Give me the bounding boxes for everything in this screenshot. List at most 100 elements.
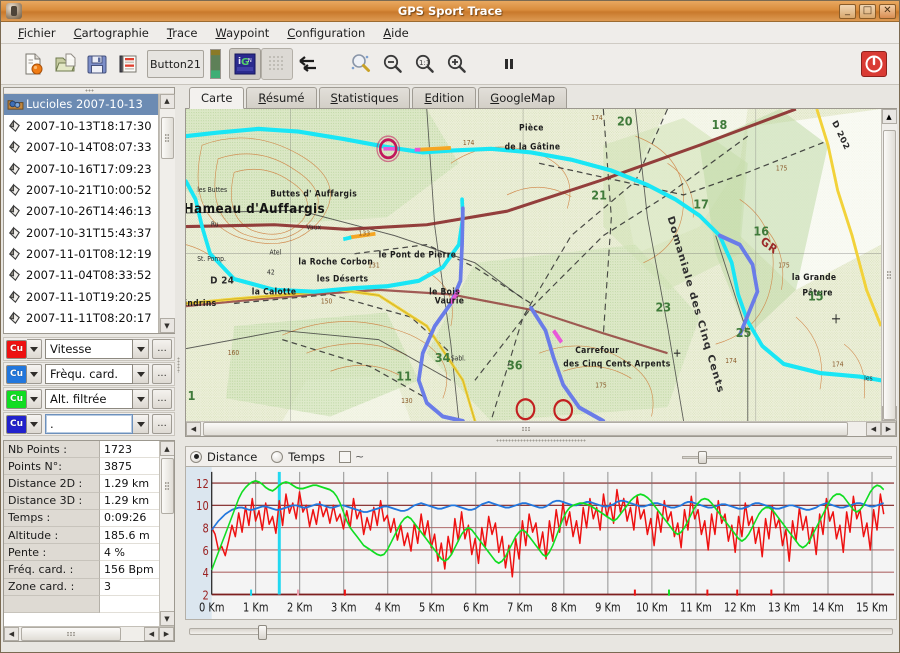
map-scroll-right-icon-2[interactable]: ▶	[881, 422, 896, 436]
curve-color-dropdown-icon[interactable]	[27, 389, 42, 409]
curve-value-dropdown-icon[interactable]	[133, 364, 149, 384]
stats-scroll-up-icon[interactable]: ▲	[159, 441, 174, 456]
close-button[interactable]: ✕	[879, 3, 896, 19]
map-scroll-slot[interactable]	[881, 124, 897, 420]
zoom-out-icon[interactable]	[377, 48, 409, 80]
track-list-item[interactable]: 2007-11-04T08:33:52	[4, 265, 158, 286]
map-scroll-thumb[interactable]	[882, 130, 896, 420]
menu-waypoint[interactable]: Waypoint	[206, 24, 278, 42]
curve-value-dropdown-icon[interactable]	[133, 389, 149, 409]
stats-scroll-right-icon-2[interactable]: ▶	[159, 627, 174, 641]
open-folder-icon[interactable]	[49, 48, 81, 80]
curve-options-button[interactable]: ...	[152, 389, 172, 409]
ign-map-icon[interactable]: i G N	[228, 48, 261, 80]
panel-splitter[interactable]	[175, 87, 182, 642]
power-quit-icon[interactable]	[861, 51, 887, 77]
curve-value-field[interactable]: Alt. filtrée	[45, 389, 133, 409]
scroll-up-icon[interactable]: ▲	[159, 93, 175, 109]
new-file-icon[interactable]	[17, 48, 49, 80]
grid-map-icon[interactable]	[260, 48, 293, 80]
curve-color-dropdown-icon[interactable]	[27, 364, 42, 384]
track-list-scroll-thumb[interactable]	[160, 116, 174, 159]
chart-position-slider[interactable]	[185, 620, 897, 642]
stats-scroll-thumb[interactable]	[160, 458, 174, 514]
duplicate-pages-icon[interactable]	[113, 48, 145, 80]
pause-columns-icon[interactable]	[493, 48, 525, 80]
map-chart-splitter[interactable]	[185, 437, 897, 443]
stats-scroll-down-icon[interactable]: ▼	[159, 611, 174, 626]
align-left-arrows-icon[interactable]	[293, 48, 325, 80]
curve-color-button[interactable]: Cu	[6, 339, 27, 359]
tab-carte[interactable]: Carte	[189, 87, 245, 109]
zoom-fit-icon[interactable]: 1:1	[409, 48, 441, 80]
curve-color-button[interactable]: Cu	[6, 364, 27, 384]
menu-configuration[interactable]: Configuration	[278, 24, 374, 42]
button21[interactable]: Button21	[147, 50, 204, 78]
map-scroll-left-icon[interactable]: ◀	[186, 422, 201, 436]
curve-value-dropdown-icon[interactable]	[133, 414, 149, 434]
curve-color-dropdown-icon[interactable]	[27, 339, 42, 359]
curve-color-dropdown-icon[interactable]	[27, 414, 42, 434]
curve-color-button[interactable]: Cu	[6, 389, 27, 409]
menu-trace[interactable]: Trace	[158, 24, 207, 42]
curve-value-field[interactable]: Vitesse	[45, 339, 133, 359]
track-list-item[interactable]: 2007-10-26T14:46:13	[4, 201, 158, 222]
tab-statistiques[interactable]: Statistiques	[318, 87, 411, 108]
track-list-item[interactable]: 2007-11-11T08:20:17	[4, 308, 158, 329]
smooth-checkbox[interactable]	[338, 450, 351, 463]
curve-options-button[interactable]: ...	[152, 339, 172, 359]
radio-temps[interactable]: Temps	[271, 450, 325, 464]
chart-zoom-slider-knob[interactable]	[698, 450, 707, 464]
curve-value-field[interactable]: .	[45, 414, 133, 434]
track-list-item[interactable]: 2007-10-21T10:00:52	[4, 179, 158, 200]
chart-cursor-line[interactable]	[277, 471, 281, 595]
stats-hscroll-slot[interactable]	[19, 627, 144, 641]
track-list[interactable]: Lucioles 2007-10-13 2007-10-13T18:17:30 …	[4, 93, 159, 334]
track-list-item[interactable]: Lucioles 2007-10-13	[4, 93, 158, 116]
statistics-hscrollbar[interactable]: ◀ ◀ ▶	[4, 626, 174, 641]
chart-position-slider-knob[interactable]	[258, 624, 267, 640]
curve-options-button[interactable]: ...	[152, 364, 172, 384]
map-scroll-up-icon[interactable]: ▲	[881, 109, 897, 124]
stats-scroll-slot[interactable]	[159, 456, 174, 611]
curve-value-field[interactable]: Frèqu. card.	[45, 364, 133, 384]
map-canvas[interactable]: Pièce de la Gâtine Buttes d' Auffargis Hame…	[186, 109, 881, 421]
map-hscroll-slot[interactable]	[201, 422, 866, 436]
zoom-select-icon[interactable]	[345, 48, 377, 80]
menu-aide[interactable]: Aide	[374, 24, 417, 42]
track-list-item[interactable]: 2007-10-13T18:17:30	[4, 115, 158, 136]
scroll-down-icon[interactable]: ▼	[159, 318, 175, 333]
save-floppy-icon[interactable]	[81, 48, 113, 80]
track-list-item[interactable]: 2007-10-31T15:43:37	[4, 222, 158, 243]
stats-scroll-left-icon[interactable]: ◀	[4, 627, 19, 641]
map-hscroll-thumb[interactable]	[203, 422, 848, 436]
stats-scroll-right-icon[interactable]: ◀	[144, 627, 159, 641]
track-list-item[interactable]: 2007-11-17T07:32:45	[4, 329, 158, 334]
map-hscrollbar[interactable]: ◀ ◀ ▶	[186, 421, 896, 436]
radio-distance[interactable]: Distance	[190, 450, 257, 464]
track-list-scroll-slot[interactable]	[159, 108, 175, 318]
curve-options-button[interactable]: ...	[152, 414, 172, 434]
map-vscrollbar[interactable]: ▲ ▼	[881, 109, 897, 421]
tab-googlemap[interactable]: GoogleMap	[478, 87, 568, 108]
track-list-item[interactable]: 2007-11-10T19:20:25	[4, 286, 158, 307]
curve-color-button[interactable]: Cu	[6, 414, 27, 434]
elevation-color-bar[interactable]	[209, 49, 221, 79]
curve-value-dropdown-icon[interactable]	[133, 339, 149, 359]
minimize-button[interactable]: _	[839, 3, 856, 19]
chart-plot-area[interactable]: 2 4 6 8 10 12 0 Km 1 Km 2 Km 3 Km 4 Km 5 Km 6 Km 7 Km…	[185, 466, 897, 620]
track-list-item[interactable]: 2007-10-14T08:07:33	[4, 136, 158, 157]
statistics-vscrollbar[interactable]: ▲ ▼	[159, 441, 174, 626]
track-list-vscrollbar[interactable]: ▲ ▼	[159, 93, 175, 333]
chart-zoom-slider[interactable]	[682, 450, 892, 464]
menu-fichier[interactable]: Fichier	[9, 24, 65, 42]
maximize-button[interactable]: □	[859, 3, 876, 19]
tab-edition[interactable]: Edition	[412, 87, 477, 108]
track-list-item[interactable]: 2007-10-16T17:09:23	[4, 158, 158, 179]
track-list-item[interactable]: 2007-11-01T08:12:19	[4, 243, 158, 264]
tab-résumé[interactable]: Résumé	[246, 87, 317, 108]
zoom-in-icon[interactable]	[441, 48, 473, 80]
map-scroll-right-icon[interactable]: ◀	[866, 422, 881, 436]
menu-cartographie[interactable]: Cartographie	[65, 24, 158, 42]
stats-hscroll-thumb[interactable]	[21, 627, 121, 641]
